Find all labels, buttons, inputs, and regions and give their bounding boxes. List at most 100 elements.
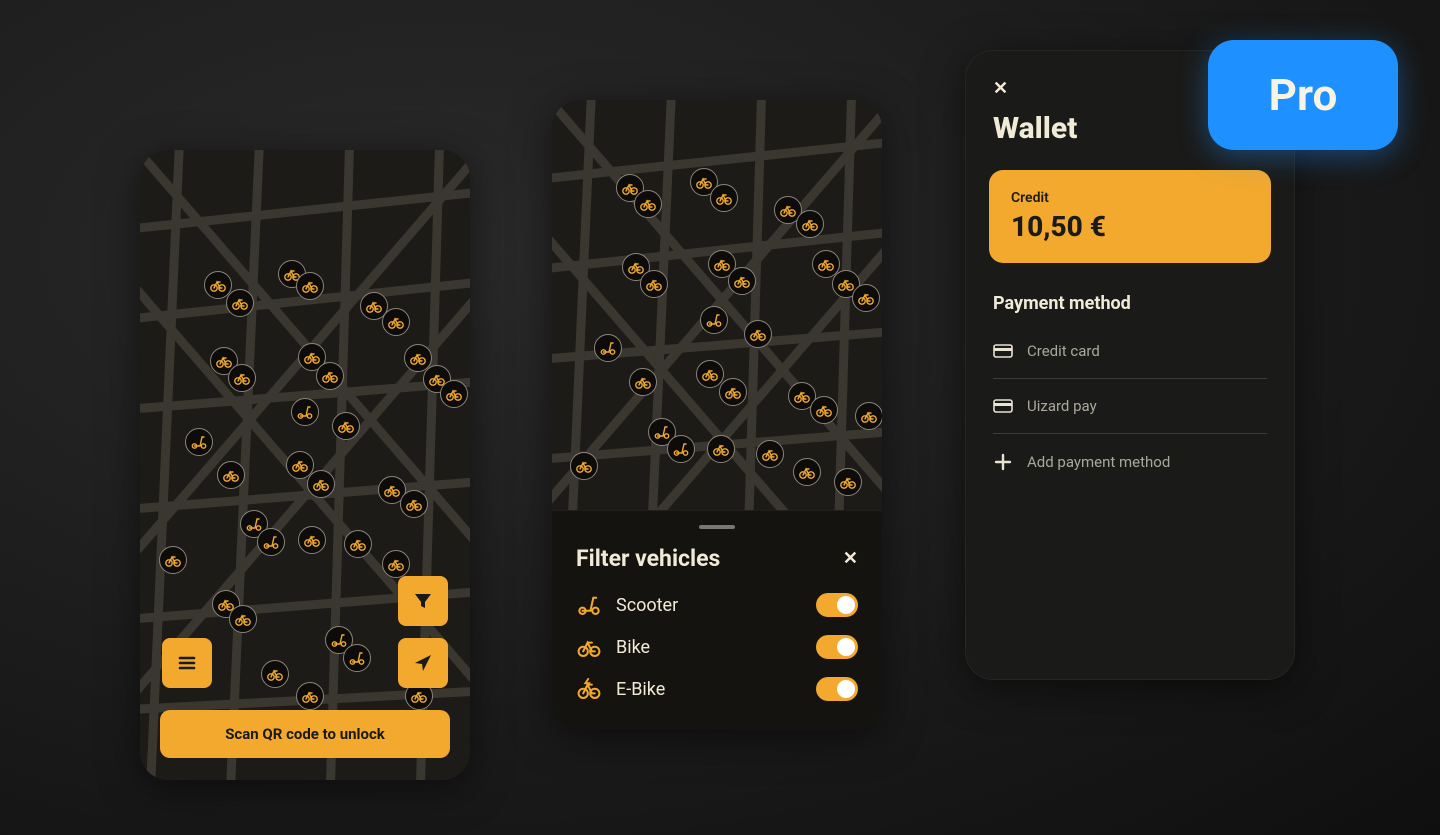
locate-button[interactable] bbox=[398, 638, 448, 688]
vehicle-marker[interactable] bbox=[696, 360, 724, 388]
filter-close-button[interactable]: ✕ bbox=[843, 548, 858, 569]
vehicle-marker[interactable] bbox=[710, 184, 738, 212]
vehicle-marker[interactable] bbox=[291, 398, 319, 426]
vehicle-marker[interactable] bbox=[667, 435, 695, 463]
vehicle-marker[interactable] bbox=[570, 452, 598, 480]
credit-card-icon bbox=[993, 343, 1013, 359]
location-arrow-icon bbox=[412, 652, 434, 674]
bike-icon bbox=[409, 349, 427, 367]
bike-icon bbox=[860, 407, 878, 425]
vehicle-marker[interactable] bbox=[229, 605, 257, 633]
bike-icon bbox=[291, 456, 309, 474]
scooter-icon bbox=[672, 440, 690, 458]
vehicle-marker[interactable] bbox=[700, 306, 728, 334]
vehicle-marker[interactable] bbox=[855, 402, 882, 430]
close-icon: ✕ bbox=[843, 548, 858, 569]
ebike-icon bbox=[576, 676, 602, 702]
vehicle-marker[interactable] bbox=[629, 368, 657, 396]
filter-toggle-bike[interactable] bbox=[816, 635, 858, 659]
vehicle-marker[interactable] bbox=[185, 428, 213, 456]
vehicle-marker[interactable] bbox=[257, 528, 285, 556]
credit-amount: 10,50 € bbox=[1011, 210, 1249, 243]
vehicle-marker[interactable] bbox=[400, 490, 428, 518]
bike-icon bbox=[645, 275, 663, 293]
vehicle-marker[interactable] bbox=[343, 644, 371, 672]
vehicle-marker[interactable] bbox=[728, 267, 756, 295]
bike-icon bbox=[410, 687, 428, 705]
bike-icon bbox=[387, 313, 405, 331]
bike-icon bbox=[576, 634, 602, 660]
vehicle-marker[interactable] bbox=[756, 440, 784, 468]
vehicle-marker[interactable] bbox=[852, 284, 880, 312]
add-payment-method-button[interactable]: Add payment method bbox=[993, 434, 1267, 490]
vehicle-marker[interactable] bbox=[296, 682, 324, 710]
vehicle-marker[interactable] bbox=[159, 546, 187, 574]
bike-icon bbox=[798, 463, 816, 481]
vehicle-marker[interactable] bbox=[634, 190, 662, 218]
vehicle-marker[interactable] bbox=[226, 289, 254, 317]
bike-icon bbox=[733, 272, 751, 290]
bike-icon bbox=[701, 365, 719, 383]
vehicle-marker[interactable] bbox=[707, 435, 735, 463]
vehicle-marker[interactable] bbox=[261, 660, 289, 688]
filter-bottom-sheet: Filter vehicles ✕ Scooter Bike E-Bike bbox=[552, 510, 882, 730]
vehicle-marker[interactable] bbox=[316, 362, 344, 390]
credit-balance-card[interactable]: Credit 10,50 € bbox=[989, 170, 1271, 263]
scooter-icon bbox=[245, 515, 263, 533]
vehicle-marker[interactable] bbox=[719, 378, 747, 406]
vehicle-marker[interactable] bbox=[744, 320, 772, 348]
vehicle-marker[interactable] bbox=[217, 461, 245, 489]
bike-icon bbox=[575, 457, 593, 475]
bike-icon bbox=[715, 189, 733, 207]
scan-qr-label: Scan QR code to unlock bbox=[225, 725, 385, 743]
bike-icon bbox=[639, 195, 657, 213]
scooter-icon bbox=[330, 631, 348, 649]
vehicle-marker[interactable] bbox=[382, 308, 410, 336]
scooter-icon bbox=[296, 403, 314, 421]
bike-icon bbox=[215, 352, 233, 370]
bike-icon bbox=[793, 387, 811, 405]
scooter-icon bbox=[190, 433, 208, 451]
filter-button[interactable] bbox=[398, 576, 448, 626]
bike-icon bbox=[634, 373, 652, 391]
bike-icon bbox=[724, 383, 742, 401]
payment-method-credit-card[interactable]: Credit card bbox=[993, 324, 1267, 379]
bike-icon bbox=[839, 473, 857, 491]
filter-toggle-ebike[interactable] bbox=[816, 677, 858, 701]
vehicle-marker[interactable] bbox=[796, 210, 824, 238]
scan-qr-button[interactable]: Scan QR code to unlock bbox=[160, 710, 450, 758]
scooter-icon bbox=[348, 649, 366, 667]
menu-icon bbox=[176, 652, 198, 674]
vehicle-marker[interactable] bbox=[640, 270, 668, 298]
filter-toggle-scooter[interactable] bbox=[816, 593, 858, 617]
vehicle-marker[interactable] bbox=[793, 458, 821, 486]
filter-title: Filter vehicles bbox=[576, 545, 720, 572]
bike-icon bbox=[164, 551, 182, 569]
scooter-icon bbox=[705, 311, 723, 329]
bike-icon bbox=[383, 481, 401, 499]
vehicle-marker[interactable] bbox=[298, 526, 326, 554]
vehicle-marker[interactable] bbox=[810, 396, 838, 424]
vehicle-marker[interactable] bbox=[594, 334, 622, 362]
vehicle-marker[interactable] bbox=[332, 412, 360, 440]
vehicle-marker[interactable] bbox=[440, 380, 468, 408]
vehicle-marker[interactable] bbox=[307, 470, 335, 498]
close-icon: ✕ bbox=[993, 78, 1008, 99]
vehicle-marker[interactable] bbox=[344, 530, 372, 558]
payment-method-uizard-pay[interactable]: Uizard pay bbox=[993, 379, 1267, 434]
bike-icon bbox=[365, 297, 383, 315]
sheet-handle[interactable] bbox=[699, 525, 735, 529]
vehicle-marker[interactable] bbox=[296, 272, 324, 300]
bike-icon bbox=[266, 665, 284, 683]
vehicle-marker[interactable] bbox=[228, 364, 256, 392]
bike-icon bbox=[695, 173, 713, 191]
bike-icon bbox=[801, 215, 819, 233]
bike-icon bbox=[761, 445, 779, 463]
vehicle-marker[interactable] bbox=[834, 468, 862, 496]
vehicle-marker[interactable] bbox=[382, 550, 410, 578]
bike-icon bbox=[627, 258, 645, 276]
scooter-icon bbox=[599, 339, 617, 357]
menu-button[interactable] bbox=[162, 638, 212, 688]
bike-icon bbox=[301, 277, 319, 295]
credit-label: Credit bbox=[1011, 190, 1249, 206]
